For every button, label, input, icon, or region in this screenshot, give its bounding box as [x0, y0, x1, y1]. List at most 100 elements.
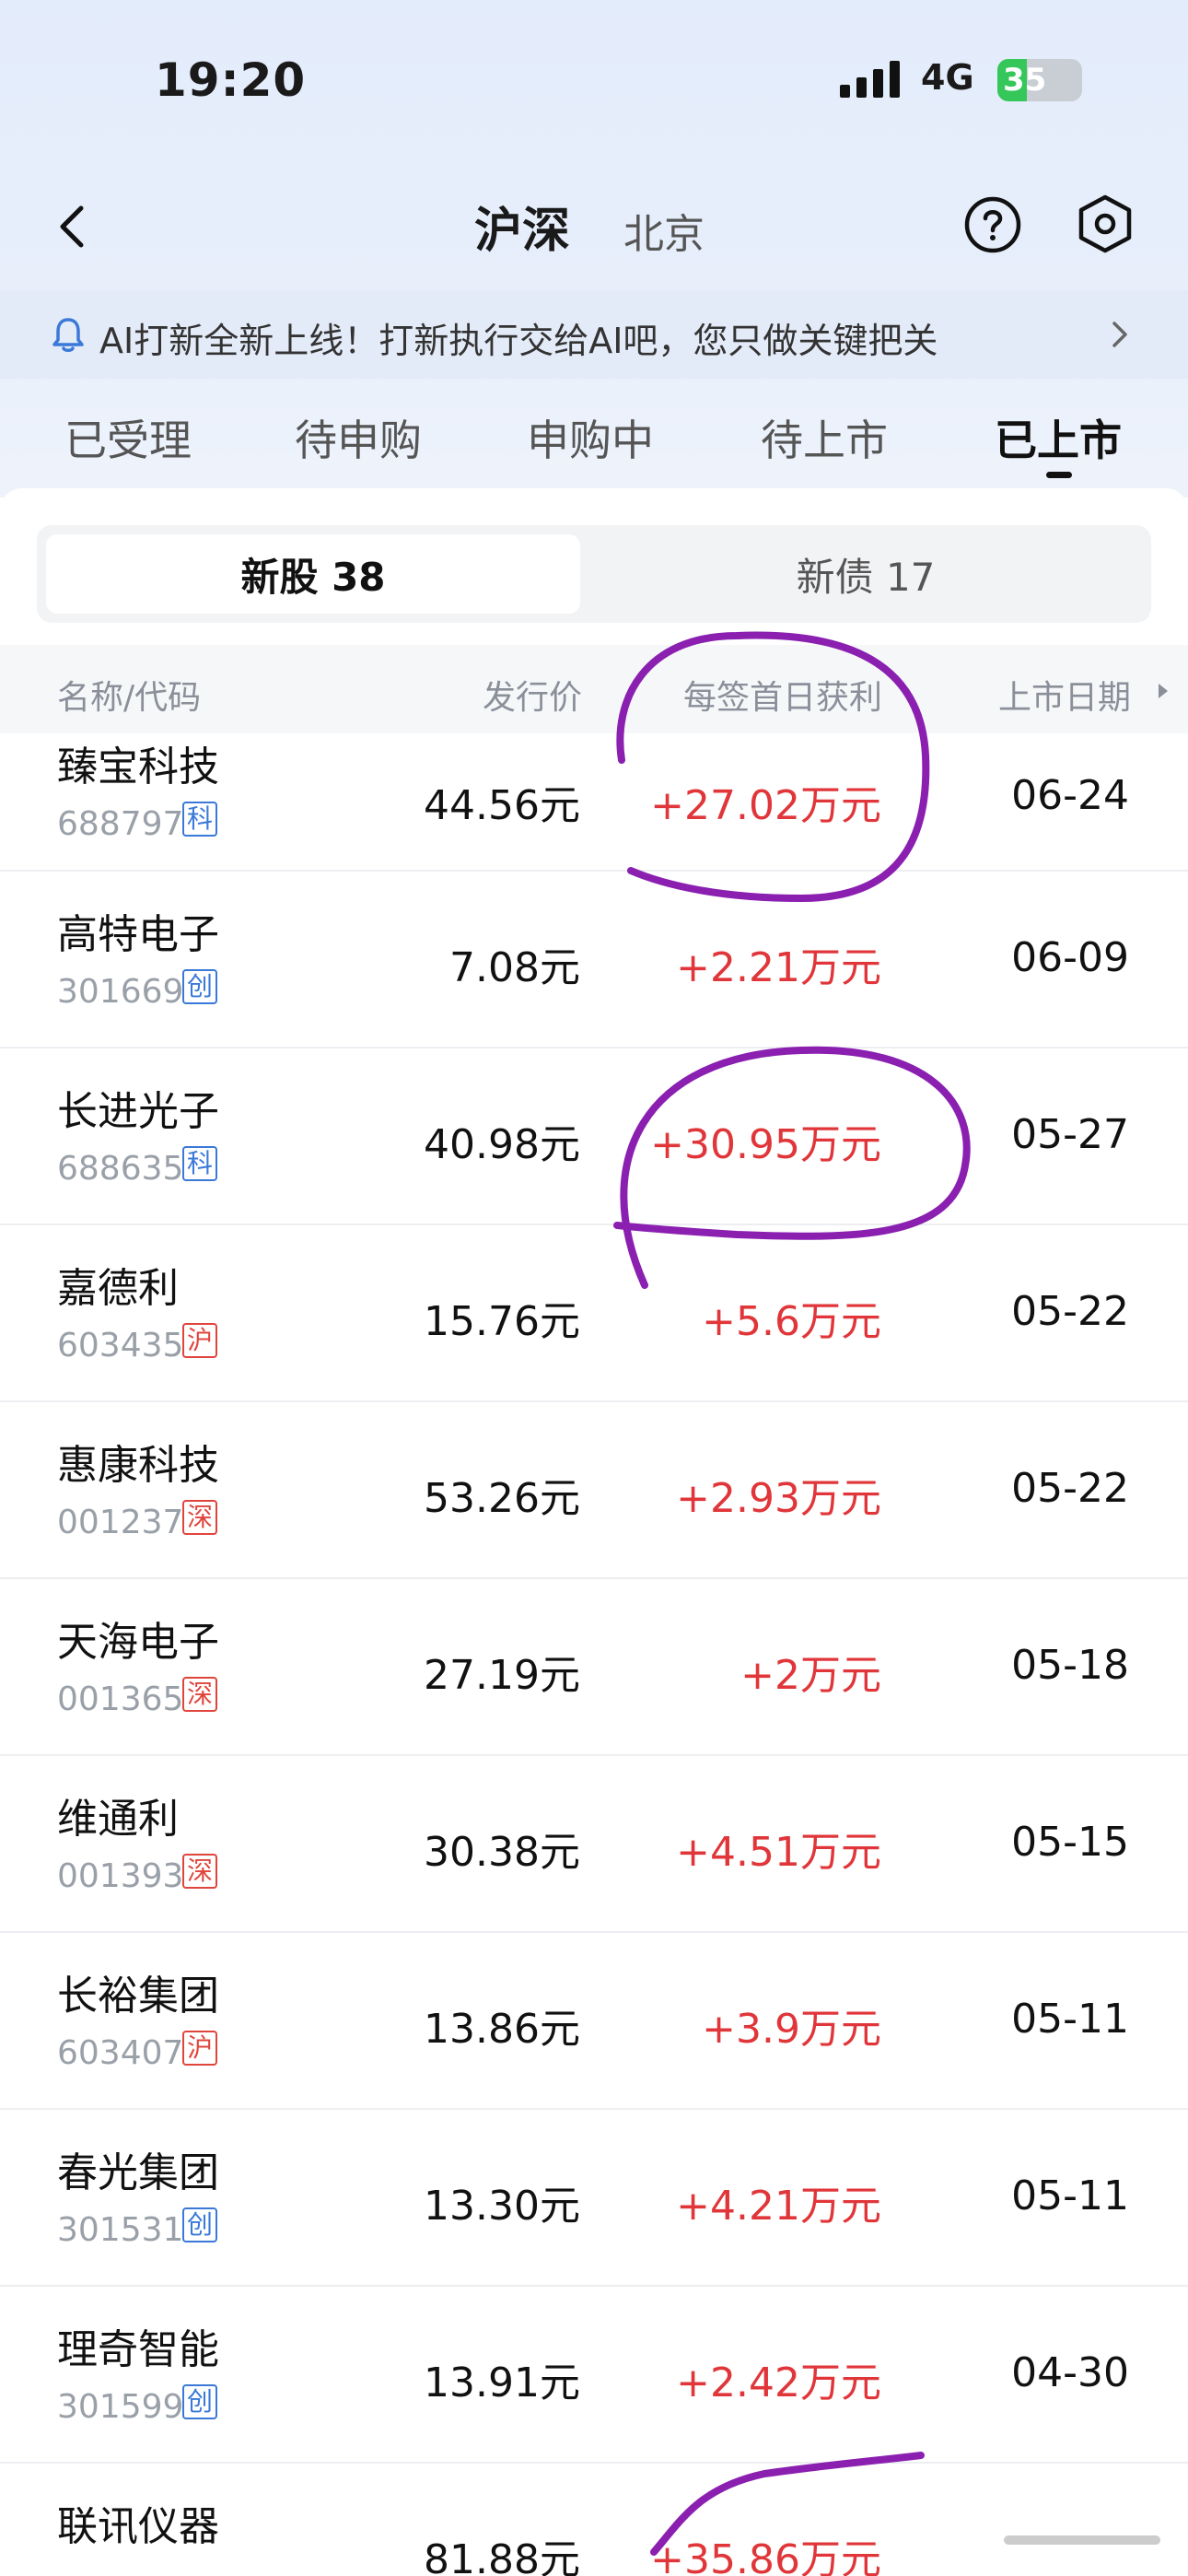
table-row[interactable]: 天海电子 001365 深 27.19元 +2万元 05-18 [0, 1579, 1188, 1756]
stock-code: 301599 [57, 2388, 184, 2426]
listing-date: 06-24 [1011, 772, 1129, 819]
header-name-code: 名称/代码 [57, 679, 202, 717]
tab-listed[interactable]: 已上市 [995, 407, 1122, 468]
issue-price: 13.91元 [424, 2359, 580, 2406]
stock-name: 高特电子 [57, 911, 219, 958]
market-switch-beijing[interactable]: 北京 [623, 201, 705, 260]
board-badge: 沪 [182, 2031, 217, 2066]
ipo-list: 臻宝科技 688797 科 44.56元 +27.02万元 06-24 高特电子 301669… [0, 733, 1188, 2576]
stock-name: 长进光子 [57, 1088, 219, 1135]
tab-pending-listing[interactable]: 待上市 [761, 407, 888, 468]
first-day-profit: +4.51万元 [676, 1829, 881, 1876]
banner-text: AI打新全新上线！打新执行交给AI吧，您只做关键把关 [99, 321, 938, 361]
first-day-profit: +3.9万元 [702, 2006, 881, 2053]
stock-name: 长裕集团 [57, 1973, 219, 2020]
network-type: 4G [921, 57, 974, 98]
stock-code: 301669 [57, 973, 184, 1011]
listing-date: 05-11 [1011, 1996, 1129, 2043]
header-listing-date[interactable]: 上市日期 [998, 671, 1131, 719]
listing-date: 05-11 [1011, 2172, 1129, 2219]
issue-price: 81.88元 [424, 2536, 580, 2576]
first-day-profit: +5.6万元 [702, 1298, 881, 1345]
table-row[interactable]: 长进光子 688635 科 40.98元 +30.95万元 05-27 [0, 1048, 1188, 1225]
first-day-profit: +2.42万元 [676, 2359, 881, 2406]
header-first-day-profit[interactable]: 每签首日获利 [683, 671, 882, 719]
table-header: 名称/代码 发行价 每签首日获利 上市日期 [0, 645, 1188, 733]
board-badge: 创 [182, 2384, 217, 2419]
table-row[interactable]: 理奇智能 301599 创 13.91元 +2.42万元 04-30 [0, 2287, 1188, 2464]
stock-name: 臻宝科技 [57, 744, 219, 790]
tab-accepted[interactable]: 已受理 [64, 407, 192, 468]
stock-name: 联讯仪器 [57, 2503, 219, 2550]
issue-price: 13.86元 [424, 2006, 580, 2053]
listing-date: 05-22 [1011, 1288, 1129, 1335]
table-row[interactable]: 维通利 001393 深 30.38元 +4.51万元 05-15 [0, 1756, 1188, 1933]
listing-date: 05-15 [1011, 1819, 1129, 1866]
table-row[interactable]: 高特电子 301669 创 7.08元 +2.21万元 06-09 [0, 872, 1188, 1048]
header-issue-price[interactable]: 发行价 [483, 671, 582, 719]
table-row[interactable]: 春光集团 301531 创 13.30元 +4.21万元 05-11 [0, 2110, 1188, 2287]
stock-name: 惠康科技 [57, 1442, 219, 1489]
stock-code: 001365 [57, 1680, 184, 1718]
stock-code: 688797 [57, 805, 184, 843]
page-title[interactable]: 沪深 [474, 192, 570, 261]
first-day-profit: +27.02万元 [650, 782, 881, 829]
listing-date: 05-22 [1011, 1465, 1129, 1512]
table-row[interactable]: 臻宝科技 688797 科 44.56元 +27.02万元 06-24 [0, 733, 1188, 872]
stock-code: 001237 [57, 1504, 184, 1541]
tab-pending-subscription[interactable]: 待申购 [295, 407, 422, 468]
issue-price: 40.98元 [424, 1121, 580, 1168]
board-badge: 沪 [182, 1323, 217, 1358]
board-badge: 深 [182, 1677, 217, 1712]
board-badge: 科 [182, 802, 217, 837]
stock-code: 603407 [57, 2034, 184, 2072]
table-row[interactable]: 联讯仪器 81.88元 +35.86万元 [0, 2464, 1188, 2576]
first-day-profit: +4.21万元 [676, 2183, 881, 2230]
listing-date: 06-09 [1011, 934, 1129, 981]
status-time: 19:20 [155, 53, 307, 107]
table-row[interactable]: 惠康科技 001237 深 53.26元 +2.93万元 05-22 [0, 1402, 1188, 1579]
first-day-profit: +35.86万元 [650, 2536, 881, 2576]
stock-name: 春光集团 [57, 2149, 219, 2196]
listing-date: 04-30 [1011, 2349, 1129, 2396]
chevron-right-icon [1112, 322, 1127, 347]
table-row[interactable]: 嘉德利 603435 沪 15.76元 +5.6万元 05-22 [0, 1225, 1188, 1402]
segment-new-stocks[interactable]: 新股 38 [46, 534, 580, 614]
back-arrow-icon[interactable] [46, 199, 101, 254]
first-day-profit: +2万元 [740, 1652, 881, 1699]
stock-code: 688635 [57, 1150, 184, 1188]
segmented-control: 新股 38 新债 17 [37, 525, 1151, 623]
first-day-profit: +30.95万元 [650, 1121, 881, 1168]
stock-code: 301531 [57, 2211, 184, 2249]
battery-level: 35 [1003, 62, 1047, 99]
board-badge: 深 [182, 1500, 217, 1535]
help-icon[interactable] [963, 195, 1022, 254]
board-badge: 创 [182, 969, 217, 1004]
first-day-profit: +2.21万元 [676, 944, 881, 991]
active-tab-indicator [1046, 472, 1072, 478]
ai-announcement-banner[interactable]: AI打新全新上线！打新执行交给AI吧，您只做关键把关 [0, 290, 1188, 379]
issue-price: 27.19元 [424, 1652, 580, 1699]
stock-name: 天海电子 [57, 1619, 219, 1666]
issue-price: 44.56元 [424, 782, 580, 829]
issue-price: 15.76元 [424, 1298, 580, 1345]
nav-bar: 沪深 北京 [0, 175, 1188, 276]
table-row[interactable]: 长裕集团 603407 沪 13.86元 +3.9万元 05-11 [0, 1933, 1188, 2110]
issue-price: 53.26元 [424, 1475, 580, 1522]
segment-new-bonds[interactable]: 新债 17 [589, 534, 1142, 614]
stock-code: 001393 [57, 1857, 184, 1895]
content-card: 新股 38 新债 17 名称/代码 发行价 每签首日获利 上市日期 臻宝科技 68… [0, 488, 1188, 2576]
issue-price: 7.08元 [449, 944, 580, 991]
cellular-signal-icon [840, 61, 900, 98]
scroll-right-icon[interactable] [1157, 682, 1170, 700]
tab-subscribing[interactable]: 申购中 [527, 407, 654, 468]
listing-date: 05-27 [1011, 1111, 1129, 1158]
status-bar: 19:20 4G 35 [0, 0, 1188, 157]
stock-name: 理奇智能 [57, 2326, 219, 2373]
stock-name: 维通利 [57, 1796, 179, 1843]
stock-code: 603435 [57, 1327, 184, 1364]
home-indicator [1004, 2535, 1160, 2545]
board-badge: 科 [182, 1146, 217, 1181]
settings-icon[interactable] [1076, 193, 1135, 254]
bell-icon [52, 318, 84, 352]
